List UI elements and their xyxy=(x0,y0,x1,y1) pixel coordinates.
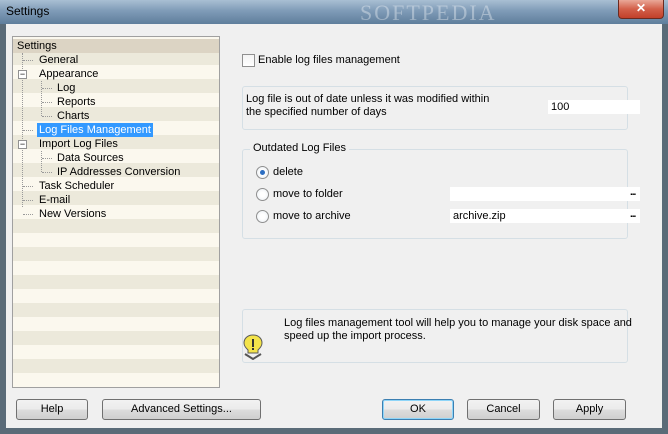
move-to-folder-radio[interactable] xyxy=(256,188,269,201)
tree-item-label: Task Scheduler xyxy=(39,180,115,192)
tree-item-label: Log Files Management xyxy=(37,123,153,137)
browse-archive-button[interactable]: ... xyxy=(630,209,636,220)
tree-header[interactable]: Settings xyxy=(13,39,219,53)
tree-item-charts[interactable]: Charts xyxy=(13,109,219,123)
tree-item-reports[interactable]: Reports xyxy=(13,95,219,109)
tree-item-import-log-files[interactable]: − Import Log Files xyxy=(13,137,219,151)
ok-button[interactable]: OK xyxy=(382,399,454,420)
close-button[interactable]: ✕ xyxy=(618,0,664,19)
tree-header-label: Settings xyxy=(17,40,57,52)
tree-item-label: IP Addresses Conversion xyxy=(57,166,181,178)
tree-item-ip-addresses-conversion[interactable]: IP Addresses Conversion xyxy=(13,165,219,179)
tree-item-label: New Versions xyxy=(39,208,107,220)
info-text-line1: Log files management tool will help you … xyxy=(284,317,632,329)
tree-item-appearance[interactable]: − Appearance xyxy=(13,67,219,81)
lightbulb-icon xyxy=(243,334,263,360)
outdated-group-title: Outdated Log Files xyxy=(250,142,349,154)
softpedia-watermark: SOFTPEDIA xyxy=(360,0,497,25)
tree-item-general[interactable]: General xyxy=(13,53,219,67)
dialog-client-area: Settings General − Appearance Log Report… xyxy=(6,24,662,428)
advanced-settings-button[interactable]: Advanced Settings... xyxy=(102,399,261,420)
move-to-folder-label[interactable]: move to folder xyxy=(273,188,343,200)
archive-path-input[interactable]: archive.zip xyxy=(450,209,640,223)
tree-item-label: E-mail xyxy=(39,194,71,206)
tree-item-label: Data Sources xyxy=(57,152,124,164)
outdated-description-line2: the specified number of days xyxy=(246,106,387,118)
folder-path-input[interactable] xyxy=(450,187,640,201)
apply-button[interactable]: Apply xyxy=(553,399,626,420)
tree-item-task-scheduler[interactable]: Task Scheduler xyxy=(13,179,219,193)
collapse-icon[interactable]: − xyxy=(18,140,27,149)
delete-label[interactable]: delete xyxy=(273,166,303,178)
tree-item-label: Appearance xyxy=(39,68,99,80)
help-button[interactable]: Help xyxy=(16,399,88,420)
enable-log-files-label[interactable]: Enable log files management xyxy=(258,54,400,66)
tree-item-label: Reports xyxy=(57,96,96,108)
tree-item-label: General xyxy=(39,54,79,66)
title-bar: Settings SOFTPEDIA ✕ xyxy=(0,0,668,25)
tree-item-label: Charts xyxy=(57,110,90,122)
tree-item-email[interactable]: E-mail xyxy=(13,193,219,207)
info-text-line2: speed up the import process. xyxy=(284,330,426,342)
days-input[interactable]: 100 xyxy=(548,100,640,114)
collapse-icon[interactable]: − xyxy=(18,70,27,79)
tree-item-new-versions[interactable]: New Versions xyxy=(13,207,219,221)
move-to-archive-label[interactable]: move to archive xyxy=(273,210,351,222)
enable-log-files-checkbox[interactable] xyxy=(242,54,255,67)
window-title: Settings xyxy=(6,4,50,18)
settings-tree[interactable]: Settings General − Appearance Log Report… xyxy=(12,36,220,388)
delete-radio[interactable] xyxy=(256,166,269,179)
outdated-description-line1: Log file is out of date unless it was mo… xyxy=(246,93,490,105)
tree-item-log-files-management[interactable]: Log Files Management xyxy=(13,123,219,137)
tree-item-label: Log xyxy=(57,82,76,94)
browse-folder-button[interactable]: ... xyxy=(630,187,636,198)
move-to-archive-radio[interactable] xyxy=(256,210,269,223)
tree-item-log[interactable]: Log xyxy=(13,81,219,95)
tree-item-data-sources[interactable]: Data Sources xyxy=(13,151,219,165)
tree-item-label: Import Log Files xyxy=(39,138,118,150)
cancel-button[interactable]: Cancel xyxy=(467,399,540,420)
